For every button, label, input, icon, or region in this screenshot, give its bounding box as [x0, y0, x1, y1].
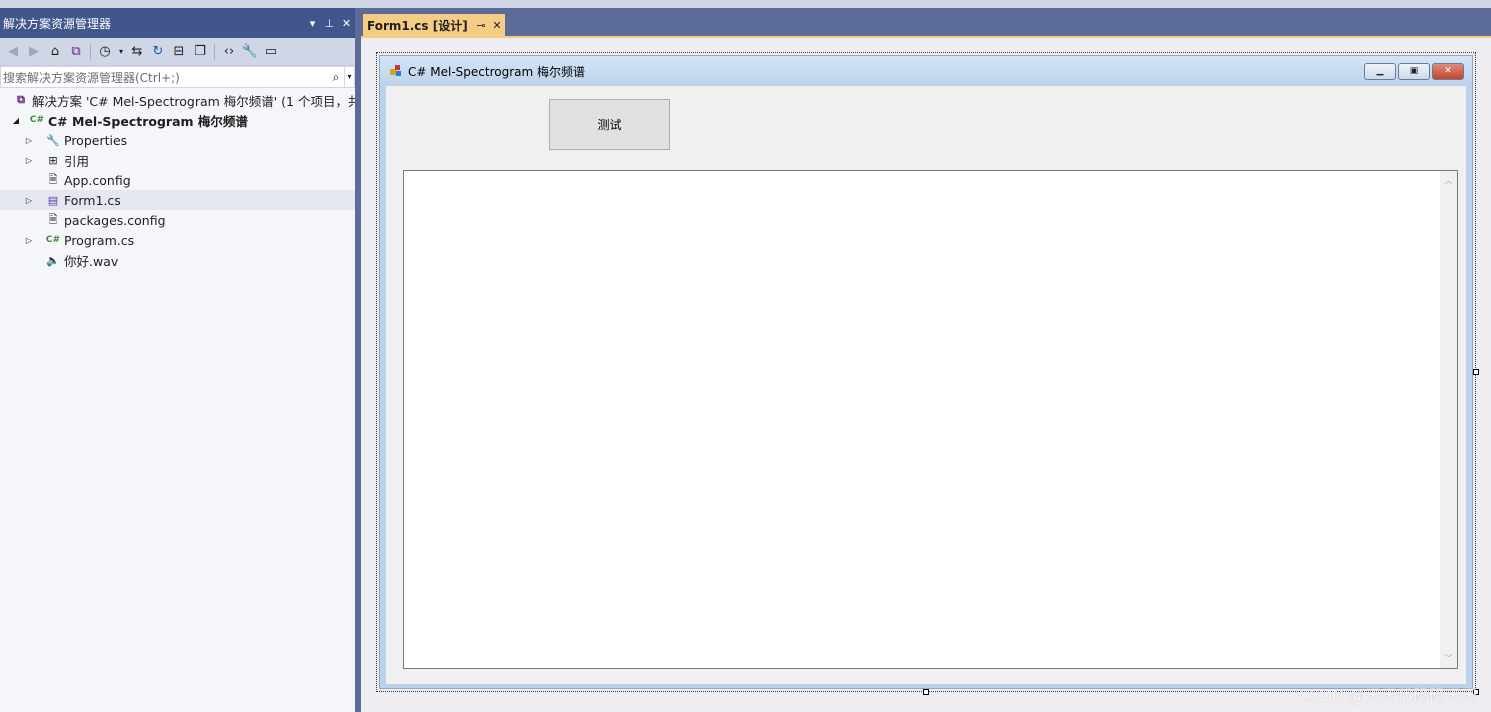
tree-item-label: packages.config [64, 212, 166, 228]
designer-form-window[interactable]: C# Mel-Spectrogram 梅尔频谱 ▁ ▣ ✕ 测试 ︿ ﹀ [379, 55, 1473, 689]
wrench-icon: 🔧 [46, 133, 60, 147]
tree-item-label: 引用 [64, 153, 90, 169]
top-strip [0, 0, 1491, 8]
tree-item-program[interactable]: ▷ C# Program.cs [0, 230, 355, 250]
minimize-icon[interactable]: ▁ [1364, 62, 1396, 80]
watermark: CSDN @天天代码码天天 [1298, 686, 1477, 705]
solution-explorer-title: 解决方案资源管理器 [3, 16, 112, 31]
config-file-icon: 🗎 [48, 172, 58, 186]
close-tab-icon[interactable]: ✕ [489, 19, 505, 32]
collapse-arrow-icon[interactable]: ◢ [4, 116, 28, 125]
test-button[interactable]: 测试 [549, 99, 670, 150]
preview-selected-items-icon[interactable]: ▭ [262, 43, 280, 61]
sync-with-document-icon[interactable]: ⇆ [128, 43, 146, 61]
tree-item-packages-config[interactable]: 🗎 packages.config [0, 210, 355, 230]
multiline-textbox[interactable]: ︿ ﹀ [403, 170, 1458, 669]
textbox-vertical-scrollbar[interactable]: ︿ ﹀ [1440, 171, 1457, 668]
form-icon: ▤ [47, 193, 59, 207]
pin-icon[interactable]: ⊥ [321, 17, 338, 30]
collapse-all-icon[interactable]: ⊟ [170, 43, 188, 61]
tree-item-label: Program.cs [64, 232, 135, 248]
toolbar-separator [90, 43, 91, 60]
window-buttons: ▁ ▣ ✕ [1364, 62, 1464, 80]
back-icon[interactable]: ◀ [4, 43, 22, 61]
form-title: C# Mel-Spectrogram 梅尔频谱 [408, 64, 585, 79]
tree-item-wav[interactable]: 🔈 你好.wav [0, 250, 355, 270]
forward-icon[interactable]: ▶ [25, 43, 43, 61]
show-all-files-icon[interactable]: ❐ [191, 43, 209, 61]
scroll-down-icon[interactable]: ﹀ [1440, 653, 1457, 664]
tree-item-label: Form1.cs [64, 192, 121, 208]
home-icon[interactable]: ⌂ [46, 43, 64, 61]
search-icon[interactable]: ⌕ [328, 70, 344, 85]
tree-item-label: 你好.wav [64, 253, 119, 269]
expand-arrow-icon[interactable]: ▷ [22, 156, 36, 165]
expand-arrow-icon[interactable]: ▷ [22, 196, 36, 205]
properties-wrench-icon[interactable]: 🔧 [241, 43, 259, 61]
form-app-icon [390, 65, 402, 77]
form-title-bar: C# Mel-Spectrogram 梅尔频谱 ▁ ▣ ✕ [380, 56, 1472, 86]
tree-item-app-config[interactable]: 🗎 App.config [0, 170, 355, 190]
tree-item-label: Properties [64, 132, 128, 148]
csharp-project-icon: C# [29, 115, 45, 125]
close-icon[interactable]: ✕ [338, 17, 355, 30]
solution-icon: ⧉ [17, 93, 25, 106]
resize-handle-right[interactable] [1473, 369, 1479, 375]
search-options-dropdown-icon[interactable]: ▾ [344, 67, 354, 87]
pending-changes-filter-icon[interactable]: ◷ [96, 43, 114, 61]
tree-item-label: App.config [64, 172, 131, 188]
solution-tree: ⧉ 解决方案 'C# Mel-Spectrogram 梅尔频谱' (1 个项目，… [0, 88, 355, 270]
panel-menu-icon[interactable]: ▾ [304, 17, 321, 30]
project-label: C# Mel-Spectrogram 梅尔频谱 [48, 113, 248, 129]
refresh-icon[interactable]: ↻ [149, 43, 167, 61]
search-box[interactable]: 搜索解决方案资源管理器(Ctrl+;) ⌕ ▾ [0, 66, 355, 88]
config-file-icon: 🗎 [48, 212, 58, 226]
tree-item-references[interactable]: ▷ ⊞ 引用 [0, 150, 355, 170]
csharp-file-icon: C# [45, 235, 61, 245]
solution-explorer-toolbar: ◀ ▶ ⌂ ⧉ ◷ ▾ ⇆ ↻ ⊟ ❐ ‹› 🔧 ▭ [0, 38, 355, 66]
solution-explorer-panel: 解决方案资源管理器 ▾ ⊥ ✕ ◀ ▶ ⌂ ⧉ ◷ ▾ ⇆ ↻ ⊟ ❐ ‹› 🔧… [0, 8, 355, 712]
tab-form1-design[interactable]: Form1.cs [设计] ⊸ ✕ [363, 14, 505, 36]
tree-item-project[interactable]: ◢ C# C# Mel-Spectrogram 梅尔频谱 [0, 110, 355, 130]
designer-canvas[interactable]: C# Mel-Spectrogram 梅尔频谱 ▁ ▣ ✕ 测试 ︿ ﹀ CSD… [361, 38, 1491, 712]
audio-file-icon: 🔈 [46, 253, 60, 267]
tree-item-properties[interactable]: ▷ 🔧 Properties [0, 130, 355, 150]
scroll-up-icon[interactable]: ︿ [1440, 175, 1457, 186]
solution-explorer-title-bar: 解决方案资源管理器 ▾ ⊥ ✕ [0, 8, 355, 38]
switch-views-icon[interactable]: ⧉ [67, 43, 85, 61]
solution-label: 解决方案 'C# Mel-Spectrogram 梅尔频谱' (1 个项目，共 … [32, 93, 355, 109]
tree-item-form1[interactable]: ▷ ▤ Form1.cs [0, 190, 355, 210]
dropdown-arrow-icon[interactable]: ▾ [117, 43, 125, 61]
expand-arrow-icon[interactable]: ▷ [22, 136, 36, 145]
window-close-icon[interactable]: ✕ [1432, 62, 1464, 80]
expand-arrow-icon[interactable]: ▷ [22, 236, 36, 245]
references-icon: ⊞ [48, 153, 58, 167]
tree-item-solution[interactable]: ⧉ 解决方案 'C# Mel-Spectrogram 梅尔频谱' (1 个项目，… [0, 90, 355, 110]
form-client-area: 测试 ︿ ﹀ [386, 86, 1466, 684]
maximize-icon[interactable]: ▣ [1398, 62, 1430, 80]
tab-label: Form1.cs [设计] [367, 18, 468, 33]
document-tab-strip: Form1.cs [设计] ⊸ ✕ [361, 8, 1491, 36]
view-code-icon[interactable]: ‹› [220, 43, 238, 61]
document-area: Form1.cs [设计] ⊸ ✕ C# Mel-Spectrogram 梅尔频… [361, 8, 1491, 712]
toolbar-separator [214, 43, 215, 60]
search-input[interactable]: 搜索解决方案资源管理器(Ctrl+;) [1, 69, 328, 86]
resize-handle-bottom[interactable] [923, 689, 929, 695]
pin-tab-icon[interactable]: ⊸ [473, 19, 489, 32]
